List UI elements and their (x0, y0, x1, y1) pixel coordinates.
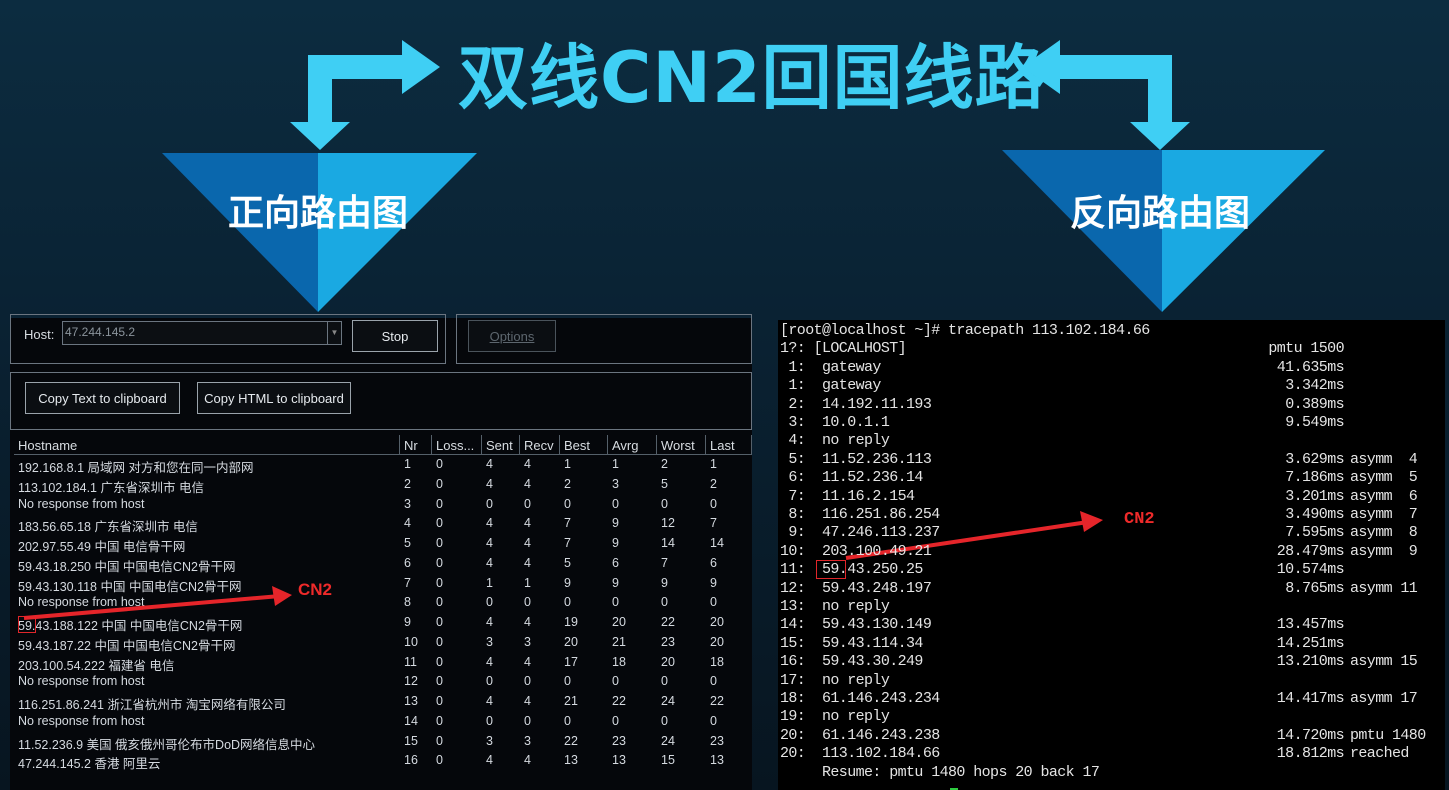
terminal-latency: 13.210ms (1276, 653, 1345, 671)
terminal-suffix: asymm 8 (1350, 524, 1418, 542)
terminal-suffix: asymm 9 (1350, 542, 1418, 560)
terminal-line: 10: 203.100.49.21 (780, 542, 932, 560)
terminal-latency: 3.490ms (1285, 506, 1344, 523)
terminal-line: 14: 59.43.130.149 (780, 616, 932, 634)
terminal-suffix: asymm 15 (1350, 653, 1418, 671)
terminal-line: 20: 61.146.243.238 (780, 726, 940, 744)
terminal-line: 5: 11.52.236.113 (780, 450, 932, 468)
terminal-line: 9: 47.246.113.237 (780, 524, 940, 542)
terminal-suffix: pmtu 1480 (1350, 726, 1426, 744)
terminal-latency: 8.765ms (1285, 579, 1344, 597)
terminal-latency: 13.457ms (1276, 616, 1345, 634)
terminal-line: 13: no reply (780, 598, 890, 615)
terminal-suffix: asymm 7 (1350, 506, 1418, 523)
terminal-suffix: asymm 6 (1350, 487, 1418, 505)
terminal-line: 2: 14.192.11.193 (780, 395, 932, 413)
terminal-latency: 18.812ms (1276, 745, 1345, 763)
forward-route-label: 正向路由图 (228, 193, 409, 234)
terminal-line: 19: no reply (780, 708, 890, 726)
terminal-latency: 28.479ms (1276, 542, 1345, 560)
terminal-line: 12: 59.43.248.197 (780, 579, 932, 597)
terminal-suffix: asymm 5 (1350, 469, 1418, 487)
terminal-line: 7: 11.16.2.154 (780, 487, 915, 505)
terminal-latency: 14.417ms (1276, 690, 1345, 707)
terminal-line: 6: 11.52.236.14 (780, 469, 923, 487)
terminal-line: 8: 116.251.86.254 (780, 506, 940, 523)
terminal-latency: 3.201ms (1285, 487, 1344, 505)
terminal-latency: pmtu 1500 (1268, 340, 1344, 358)
terminal-suffix: asymm 17 (1350, 690, 1418, 707)
terminal-latency: 9.549ms (1285, 414, 1344, 431)
page-title: 双线CN2回国线路 (458, 37, 1046, 119)
terminal-latency: 3.342ms (1285, 377, 1344, 395)
terminal-line: 15: 59.43.114.34 (780, 634, 923, 652)
mtr-window: Host: 47.244.145.2 ▼ Stop Options Copy Te… (10, 314, 752, 790)
terminal-line: 1: gateway (780, 358, 881, 376)
cn2-annotation: CN2 (298, 580, 333, 599)
terminal-latency: 3.629ms (1285, 450, 1344, 468)
cn2-annotation: CN2 (1124, 510, 1155, 529)
terminal-line: 1?: [LOCALHOST] (780, 340, 907, 358)
terminal-line: 17: no reply (780, 671, 890, 689)
terminal-suffix: asymm 11 (1350, 579, 1418, 597)
terminal-line: 11: 59.43.250.25 (780, 561, 923, 579)
terminal-latency: 0.389ms (1285, 395, 1344, 413)
terminal-latency: 7.595ms (1285, 524, 1344, 542)
terminal-resume: Resume: pmtu 1480 hops 20 back 17 (780, 763, 1100, 781)
terminal-line: 4: no reply (780, 432, 890, 450)
terminal-line: 3: 10.0.1.1 (780, 414, 890, 431)
terminal-latency: 7.186ms (1285, 469, 1344, 487)
right-bent-arrow-icon (1022, 40, 1190, 150)
left-bent-arrow-icon (290, 40, 440, 150)
terminal-latency: 14.720ms (1276, 726, 1345, 744)
terminal[interactable]: [root@localhost ~]# tracepath 113.102.18… (778, 320, 1445, 790)
terminal-suffix: asymm 4 (1350, 450, 1418, 468)
terminal-latency: 41.635ms (1276, 358, 1345, 376)
terminal-line: 16: 59.43.30.249 (780, 653, 923, 671)
terminal-latency: 14.251ms (1276, 634, 1345, 652)
terminal-line: 18: 61.146.243.234 (780, 690, 940, 707)
terminal-line: 20: 113.102.184.66 (780, 745, 940, 763)
terminal-latency: 10.574ms (1276, 561, 1345, 579)
terminal-line: 1: gateway (780, 377, 881, 395)
terminal-suffix: reached (1350, 745, 1409, 763)
reverse-route-label: 反向路由图 (1070, 193, 1251, 234)
red-arrow-icon (23, 586, 292, 620)
